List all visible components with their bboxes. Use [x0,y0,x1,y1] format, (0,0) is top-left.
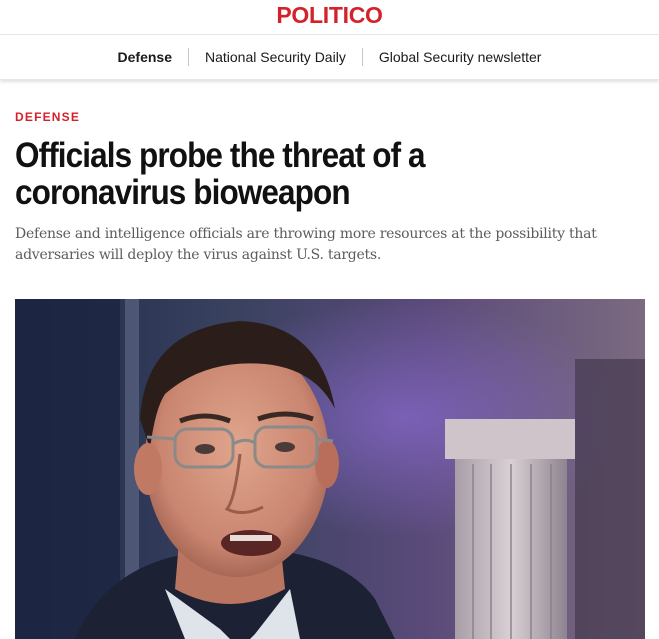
article-header: DEFENSE Officials probe the threat of a … [0,110,659,266]
headline-line-1: Officials probe the threat of a [15,136,426,175]
dek-line-2: adversaries will deploy the virus agains… [15,247,382,263]
subnav-item-global-security-newsletter[interactable]: Global Security newsletter [363,49,558,65]
section-subnav: Defense National Security Daily Global S… [0,34,659,80]
masthead: POLITICO [0,0,659,34]
subnav-item-national-security-daily[interactable]: National Security Daily [189,49,362,65]
article-dek: Defense and intelligence officials are t… [15,224,635,266]
dek-line-1: Defense and intelligence officials are t… [15,226,597,242]
headline-line-2: coronavirus bioweapon [15,173,351,212]
subnav-item-defense[interactable]: Defense [102,49,188,65]
article-headline: Officials probe the threat of a coronavi… [15,137,645,211]
lead-photo [15,299,645,639]
section-kicker[interactable]: DEFENSE [15,110,644,124]
politico-logo[interactable]: POLITICO [276,3,383,27]
lead-photo-illustration [15,299,645,639]
